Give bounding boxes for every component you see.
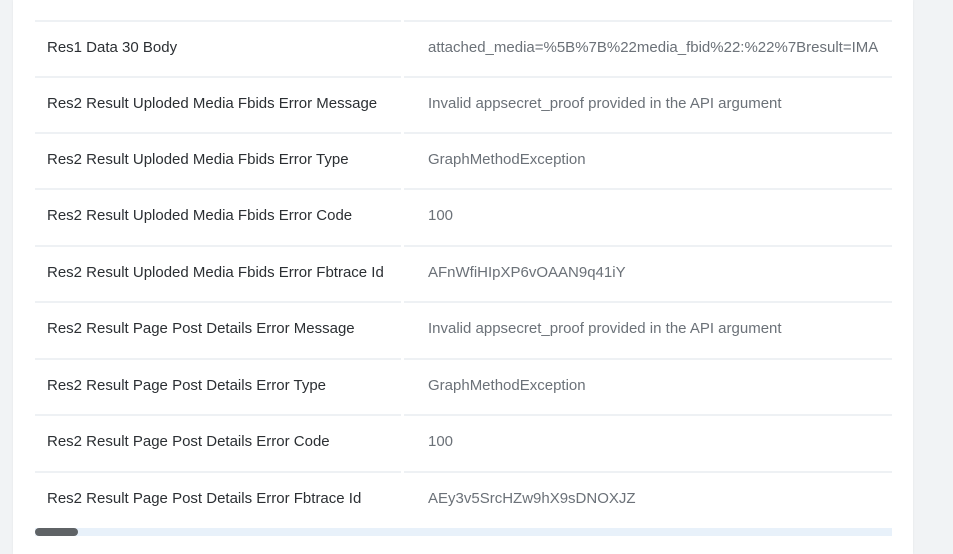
data-table: Res1 Data 30 Body attached_media=%5B%7B%… bbox=[35, 0, 892, 528]
field-value: Invalid appsecret_proof provided in the … bbox=[428, 95, 782, 112]
row-divider bbox=[404, 188, 892, 190]
table-row: Res2 Result Uploded Media Fbids Error Ty… bbox=[35, 132, 892, 188]
table-row: Res2 Result Page Post Details Error Code… bbox=[35, 414, 892, 470]
field-value: attached_media=%5B%7B%22media_fbid%22:%2… bbox=[428, 39, 879, 56]
field-value: AEy3v5SrcHZw9hX9sDNOXJZ bbox=[428, 490, 636, 507]
scrollbar-thumb[interactable] bbox=[35, 528, 78, 536]
field-value: 100 bbox=[428, 433, 454, 450]
field-label: Res1 Data 30 Body bbox=[47, 39, 178, 56]
data-panel: Res1 Data 30 Body attached_media=%5B%7B%… bbox=[13, 0, 913, 554]
field-label: Res2 Result Page Post Details Error Fbtr… bbox=[47, 490, 362, 507]
table-row: Res1 Data 30 Body attached_media=%5B%7B%… bbox=[35, 20, 892, 76]
table-row: Res2 Result Page Post Details Error Type… bbox=[35, 358, 892, 414]
horizontal-scrollbar[interactable] bbox=[35, 528, 892, 536]
table-row: Res2 Result Uploded Media Fbids Error Fb… bbox=[35, 245, 892, 301]
table-row: Res2 Result Page Post Details Error Fbtr… bbox=[35, 471, 892, 527]
field-label: Res2 Result Uploded Media Fbids Error Fb… bbox=[47, 264, 384, 281]
field-label: Res2 Result Uploded Media Fbids Error Me… bbox=[47, 95, 378, 112]
field-label: Res2 Result Page Post Details Error Type bbox=[47, 377, 327, 394]
field-label: Res2 Result Uploded Media Fbids Error Ty… bbox=[47, 151, 349, 168]
field-value: 100 bbox=[428, 207, 454, 224]
table-row: Res2 Result Uploded Media Fbids Error Co… bbox=[35, 188, 892, 244]
field-label: Res2 Result Page Post Details Error Code bbox=[47, 433, 330, 450]
table-row: Res2 Result Page Post Details Error Mess… bbox=[35, 301, 892, 357]
field-label: Res2 Result Page Post Details Error Mess… bbox=[47, 320, 355, 337]
table-row: Res2 Result Uploded Media Fbids Error Me… bbox=[35, 76, 892, 132]
field-label: Res2 Result Uploded Media Fbids Error Co… bbox=[47, 207, 353, 224]
field-value: Invalid appsecret_proof provided in the … bbox=[428, 320, 782, 337]
field-value: GraphMethodException bbox=[428, 151, 586, 168]
field-value: AFnWfiHIpXP6vOAAN9q41iY bbox=[428, 264, 626, 281]
field-value: GraphMethodException bbox=[428, 377, 586, 394]
row-divider bbox=[404, 414, 892, 416]
